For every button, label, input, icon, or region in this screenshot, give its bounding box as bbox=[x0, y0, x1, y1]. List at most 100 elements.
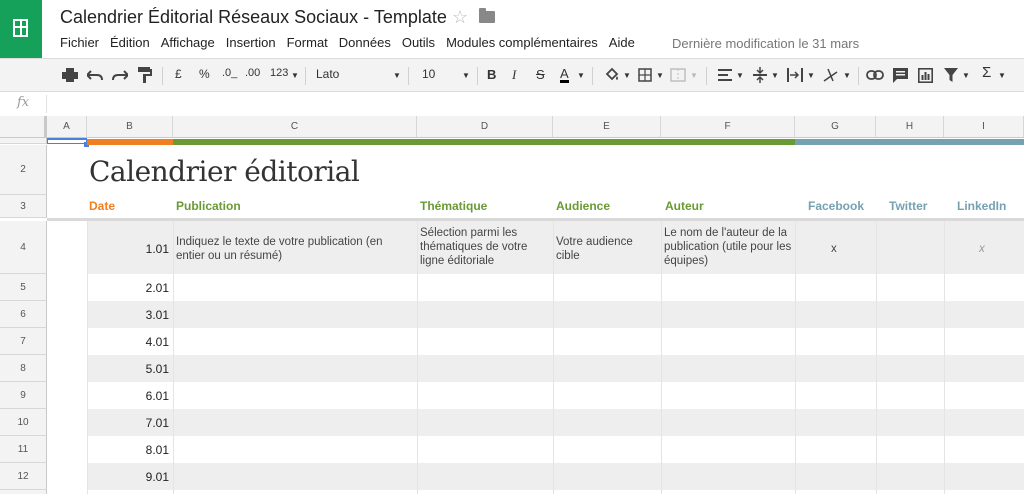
cell-f4-auteur[interactable]: Le nom de l'auteur de la publication (ut… bbox=[664, 226, 792, 268]
cell-g4-facebook[interactable]: x bbox=[831, 242, 837, 256]
document-title[interactable]: Calendrier Éditorial Réseaux Sociaux - T… bbox=[60, 7, 447, 28]
date-cell[interactable]: 2.01 bbox=[90, 281, 169, 295]
star-icon[interactable]: ☆ bbox=[452, 7, 468, 28]
font-size-dropdown-icon[interactable]: ▼ bbox=[462, 71, 470, 80]
vertical-align-icon[interactable] bbox=[753, 67, 767, 83]
date-cell[interactable]: 5.01 bbox=[90, 362, 169, 376]
insert-chart-icon[interactable] bbox=[918, 68, 933, 83]
borders-dropdown-icon[interactable]: ▼ bbox=[656, 71, 664, 80]
fill-color-dropdown-icon[interactable]: ▼ bbox=[623, 71, 631, 80]
column-header-g[interactable]: G bbox=[795, 116, 876, 138]
cell-c4-publication[interactable]: Indiquez le texte de votre publication (… bbox=[176, 235, 412, 263]
column-header-d[interactable]: D bbox=[417, 116, 553, 138]
sheets-logo-icon[interactable] bbox=[0, 0, 42, 58]
spreadsheet-grid[interactable]: A B C D E F G H I 2 3 4 5 6 7 8 9 10 11 … bbox=[0, 116, 1024, 494]
row-header-5[interactable]: 5 bbox=[0, 274, 47, 301]
formula-bar[interactable]: fx bbox=[0, 92, 1024, 117]
band-green bbox=[173, 139, 795, 145]
column-header-a[interactable]: A bbox=[47, 116, 87, 138]
vertical-align-dropdown-icon[interactable]: ▼ bbox=[771, 71, 779, 80]
merge-cells-icon[interactable] bbox=[670, 68, 686, 82]
strikethrough-button[interactable]: S bbox=[536, 67, 545, 82]
menu-donnees[interactable]: Données bbox=[339, 35, 391, 53]
selected-cell-a1[interactable] bbox=[47, 138, 87, 144]
column-header-f[interactable]: F bbox=[661, 116, 795, 138]
increase-decimal-button[interactable]: .00 bbox=[245, 67, 260, 79]
menu-format[interactable]: Format bbox=[287, 35, 328, 53]
row-header-2[interactable]: 2 bbox=[0, 145, 47, 195]
decrease-decimal-button[interactable]: .0_ bbox=[222, 67, 237, 79]
align-left-icon[interactable] bbox=[718, 69, 732, 81]
row-header-3[interactable]: 3 bbox=[0, 195, 47, 218]
italic-button[interactable]: I bbox=[512, 67, 516, 83]
text-color-button[interactable]: A bbox=[560, 67, 569, 83]
menu-affichage[interactable]: Affichage bbox=[161, 35, 215, 53]
paint-format-icon[interactable] bbox=[138, 67, 152, 83]
fill-color-icon[interactable] bbox=[604, 67, 620, 83]
menu-edition[interactable]: Édition bbox=[110, 35, 150, 53]
row-header-6[interactable]: 6 bbox=[0, 301, 47, 328]
row-header-9[interactable]: 9 bbox=[0, 382, 47, 409]
row-header-4[interactable]: 4 bbox=[0, 221, 47, 274]
menu-bar: Fichier Édition Affichage Insertion Form… bbox=[60, 35, 646, 53]
row-header-8[interactable]: 8 bbox=[0, 355, 47, 382]
column-header-i[interactable]: I bbox=[944, 116, 1024, 138]
text-wrap-icon[interactable] bbox=[787, 68, 803, 82]
select-all-corner[interactable] bbox=[0, 116, 47, 138]
row-header-11[interactable]: 11 bbox=[0, 436, 47, 463]
filter-icon[interactable] bbox=[944, 68, 958, 82]
font-size-select[interactable]: 10 bbox=[422, 67, 435, 81]
functions-dropdown-icon[interactable]: ▼ bbox=[998, 71, 1006, 80]
text-color-dropdown-icon[interactable]: ▼ bbox=[577, 71, 585, 80]
menu-modules[interactable]: Modules complémentaires bbox=[446, 35, 598, 53]
date-cell[interactable]: 7.01 bbox=[90, 416, 169, 430]
percent-button[interactable]: % bbox=[199, 67, 210, 81]
filter-dropdown-icon[interactable]: ▼ bbox=[962, 71, 970, 80]
last-modified-link[interactable]: Dernière modification le 31 mars bbox=[672, 36, 859, 51]
number-format-button[interactable]: 123 bbox=[270, 67, 288, 79]
text-rotation-icon[interactable] bbox=[823, 68, 839, 82]
insert-link-icon[interactable] bbox=[866, 70, 884, 80]
folder-icon[interactable] bbox=[479, 8, 495, 23]
date-cell[interactable]: 8.01 bbox=[90, 443, 169, 457]
column-header-e[interactable]: E bbox=[553, 116, 661, 138]
print-icon[interactable] bbox=[62, 68, 78, 82]
align-dropdown-icon[interactable]: ▼ bbox=[736, 71, 744, 80]
insert-comment-icon[interactable] bbox=[893, 68, 908, 83]
merge-dropdown-icon[interactable]: ▼ bbox=[690, 71, 698, 80]
redo-icon[interactable] bbox=[112, 69, 128, 81]
column-header-c[interactable]: C bbox=[173, 116, 417, 138]
date-cell[interactable]: 3.01 bbox=[90, 308, 169, 322]
cell-d4-thematique[interactable]: Sélection parmi les thématiques de votre… bbox=[420, 226, 550, 268]
date-cell[interactable]: 4.01 bbox=[90, 335, 169, 349]
row-header-1[interactable] bbox=[0, 138, 47, 144]
undo-icon[interactable] bbox=[87, 69, 103, 81]
column-header-b[interactable]: B bbox=[87, 116, 173, 138]
font-family-select[interactable]: Lato bbox=[316, 67, 339, 81]
font-family-dropdown-icon[interactable]: ▼ bbox=[393, 71, 401, 80]
row-header-7[interactable]: 7 bbox=[0, 328, 47, 355]
fx-icon: fx bbox=[17, 95, 30, 110]
date-cell[interactable]: 6.01 bbox=[90, 389, 169, 403]
column-header-h[interactable]: H bbox=[876, 116, 944, 138]
row-header-12[interactable]: 12 bbox=[0, 463, 47, 490]
cell-e4-audience[interactable]: Votre audience cible bbox=[556, 235, 656, 263]
menu-aide[interactable]: Aide bbox=[609, 35, 635, 53]
row-header-13[interactable] bbox=[0, 490, 47, 494]
menu-fichier[interactable]: Fichier bbox=[60, 35, 99, 53]
text-rotation-dropdown-icon[interactable]: ▼ bbox=[843, 71, 851, 80]
number-format-dropdown-icon[interactable]: ▼ bbox=[291, 71, 299, 80]
date-cell[interactable]: 9.01 bbox=[90, 470, 169, 484]
cell-i4-linkedin[interactable]: x bbox=[979, 242, 985, 256]
menu-outils[interactable]: Outils bbox=[402, 35, 435, 53]
menu-insertion[interactable]: Insertion bbox=[226, 35, 276, 53]
date-cell[interactable]: 1.01 bbox=[90, 242, 169, 256]
borders-icon[interactable] bbox=[638, 68, 652, 82]
row-header-10[interactable]: 10 bbox=[0, 409, 47, 436]
header-audience: Audience bbox=[556, 199, 611, 213]
bold-button[interactable]: B bbox=[487, 67, 496, 82]
header-linkedin: LinkedIn bbox=[957, 199, 1007, 213]
text-wrap-dropdown-icon[interactable]: ▼ bbox=[807, 71, 815, 80]
functions-button[interactable]: Σ bbox=[982, 64, 991, 81]
currency-button[interactable]: £ bbox=[175, 67, 182, 81]
